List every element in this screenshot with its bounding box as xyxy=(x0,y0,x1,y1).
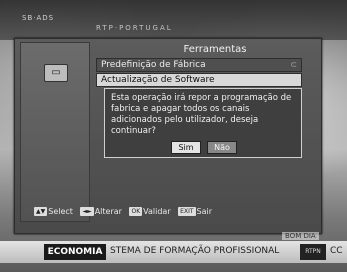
broadcast-top-bar: SB·ADS RTP·PORTUGAL xyxy=(0,0,347,40)
program-bug: BOM DIA xyxy=(282,232,319,240)
chevron-icon: ⊂ xyxy=(290,60,297,69)
menu-item-software-update[interactable]: Actualização de Software xyxy=(96,73,302,87)
no-button[interactable]: Não xyxy=(207,141,237,154)
channel-logo: RTPN xyxy=(300,244,326,260)
ticker-text: STEMA DE FORMAÇÃO PROFISSIONAL xyxy=(110,246,280,256)
tools-menu: Predefinição de Fábrica ⊂ Actualização d… xyxy=(96,58,302,88)
left-right-key-icon: ◄► xyxy=(80,207,94,216)
help-exit-label: Sair xyxy=(196,207,213,216)
ticker-right-text: CC xyxy=(330,246,343,256)
exit-key-icon: EXIT xyxy=(178,207,196,216)
ok-key-icon: OK xyxy=(129,207,143,216)
help-select-label: Select xyxy=(48,207,73,216)
broadcast-channel-label: RTP·PORTUGAL xyxy=(96,24,173,32)
menu-item-label: Actualização de Software xyxy=(101,75,215,85)
help-bar: ▲▼ Select ◄► Alterar OK Validar EXIT Sair xyxy=(34,207,274,219)
tv-icon: ▭ xyxy=(44,64,68,82)
help-alter-label: Alterar xyxy=(94,207,122,216)
up-down-key-icon: ▲▼ xyxy=(34,207,48,216)
broadcast-logo: SB·ADS xyxy=(22,14,55,22)
confirm-dialog: Esta operação irá repor a programação de… xyxy=(104,88,302,158)
menu-item-label: Predefinição de Fábrica xyxy=(101,60,206,70)
menu-item-factory-default[interactable]: Predefinição de Fábrica ⊂ xyxy=(96,58,302,72)
ticker-category: ECONOMIA xyxy=(44,244,106,260)
yes-button[interactable]: Sim xyxy=(171,141,201,154)
dialog-message: Esta operação irá repor a programação de… xyxy=(111,93,292,136)
help-validate-label: Validar xyxy=(143,207,171,216)
panel-title: Ferramentas xyxy=(183,44,247,55)
